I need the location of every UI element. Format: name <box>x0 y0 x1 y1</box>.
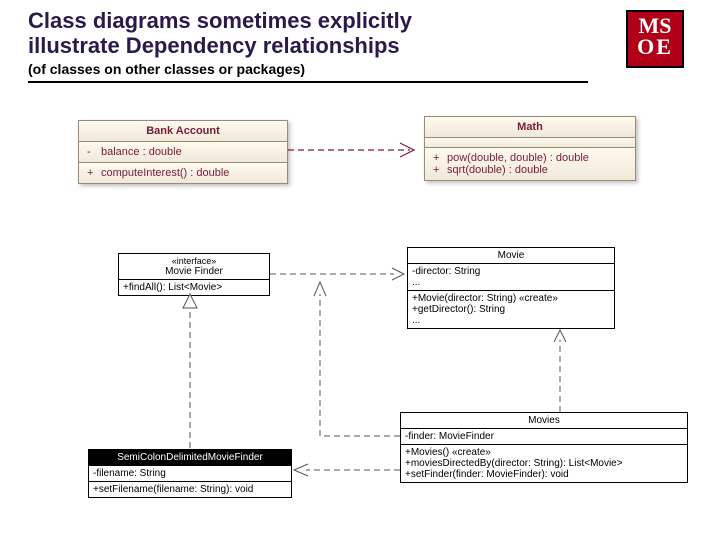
attribute: -director: String <box>412 266 610 277</box>
operation: +findAll(): List<Movie> <box>119 280 269 295</box>
dependency-arrow-icon <box>270 266 407 282</box>
title-line-2: illustrate Dependency relationships <box>28 33 400 58</box>
class-name: Math <box>425 117 635 138</box>
class-movies: Movies -finder: MovieFinder +Movies() «c… <box>400 412 688 483</box>
attributes-empty <box>425 138 635 148</box>
dependency-arrow-icon <box>300 280 400 440</box>
attributes: - balance : double <box>79 142 287 163</box>
visibility: - <box>87 146 101 158</box>
logo-line-2: OE <box>628 37 682 58</box>
dependency-arrow-icon <box>552 328 568 412</box>
operation: pow(double, double) : double <box>447 152 627 164</box>
attribute-more: ... <box>412 277 610 288</box>
header-compartment: «interface» Movie Finder <box>119 254 269 280</box>
dependency-arrow-icon <box>288 140 424 160</box>
interface-movie-finder: «interface» Movie Finder +findAll(): Lis… <box>118 253 270 296</box>
operation: +Movie(director: String) «create» <box>412 293 610 304</box>
realization-arrow-icon <box>180 294 200 450</box>
class-semicolon-finder: SemiColonDelimitedMovieFinder -filename:… <box>88 449 292 498</box>
operations: +Movie(director: String) «create» +getDi… <box>408 291 614 328</box>
attribute: -finder: MovieFinder <box>401 429 687 445</box>
operation: +moviesDirectedBy(director: String): Lis… <box>405 458 683 469</box>
visibility: + <box>433 164 447 176</box>
visibility: + <box>87 167 101 179</box>
class-name: Movies <box>401 413 687 429</box>
class-movie: Movie -director: String ... +Movie(direc… <box>407 247 615 329</box>
operation: +getDirector(): String <box>412 304 610 315</box>
class-name: Movie <box>408 248 614 264</box>
msoe-logo: MS OE <box>626 10 684 68</box>
attribute: -filename: String <box>89 466 291 482</box>
operation: sqrt(double) : double <box>447 164 627 176</box>
attributes: -director: String ... <box>408 264 614 291</box>
header: Class diagrams sometimes explicitly illu… <box>28 8 588 83</box>
title-line-1: Class diagrams sometimes explicitly <box>28 8 412 33</box>
operation: +setFilename(filename: String): void <box>89 482 291 497</box>
operations: + pow(double, double) : double + sqrt(do… <box>425 148 635 180</box>
class-name: Movie Finder <box>123 266 265 277</box>
page-title: Class diagrams sometimes explicitly illu… <box>28 8 588 59</box>
visibility: + <box>433 152 447 164</box>
class-name: Bank Account <box>79 121 287 142</box>
class-name: SemiColonDelimitedMovieFinder <box>89 450 291 466</box>
operations: + computeInterest() : double <box>79 163 287 183</box>
page-subtitle: (of classes on other classes or packages… <box>28 61 588 77</box>
operation: computeInterest() : double <box>101 167 279 179</box>
operation: +setFinder(finder: MovieFinder): void <box>405 469 683 480</box>
operation: +Movies() «create» <box>405 447 683 458</box>
operation-more: ... <box>412 315 610 326</box>
dependency-arrow-icon <box>292 462 400 478</box>
class-math: Math + pow(double, double) : double + sq… <box>424 116 636 181</box>
class-bank-account: Bank Account - balance : double + comput… <box>78 120 288 184</box>
operations: +Movies() «create» +moviesDirectedBy(dir… <box>401 445 687 482</box>
attribute: balance : double <box>101 146 279 158</box>
stereotype: «interface» <box>123 256 265 266</box>
